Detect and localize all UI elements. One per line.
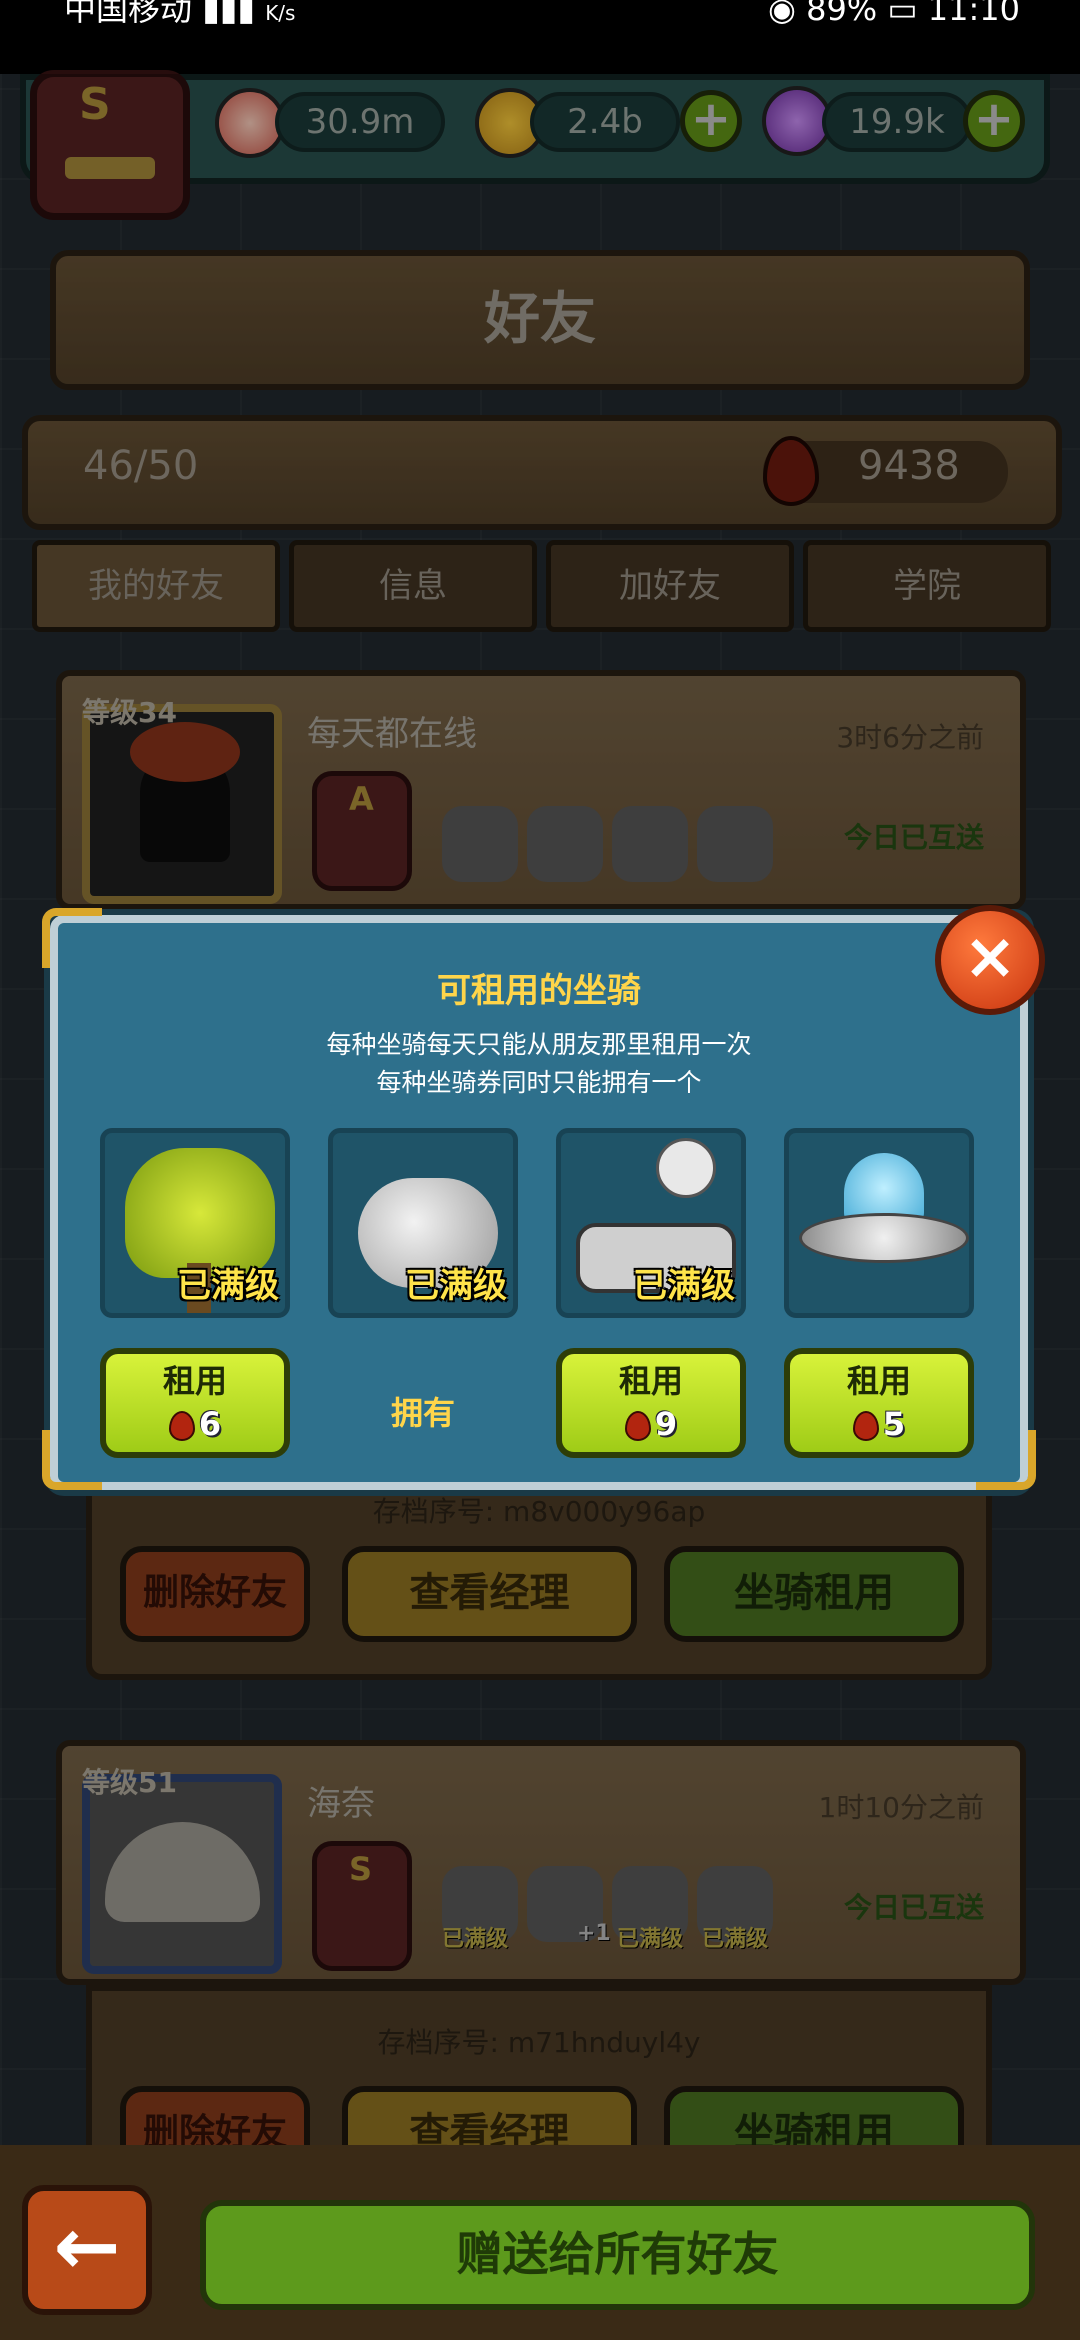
mount-slot-tree[interactable]: 已满级: [100, 1128, 290, 1318]
rent-ufo-button[interactable]: 租用 5: [784, 1348, 974, 1458]
carrier-label: 中国移动: [64, 0, 193, 28]
status-right: ◉ 89% ▭ 11:10: [768, 0, 1020, 25]
battery-label: 89%: [806, 0, 878, 28]
back-button[interactable]: ←: [22, 2185, 152, 2315]
blood-drop-icon: [852, 1411, 879, 1441]
dialog-corner: [42, 908, 102, 968]
time-label: 11:10: [927, 0, 1020, 28]
signal-icon: ▮▮▮: [202, 0, 266, 28]
rent-label: 租用: [846, 1362, 911, 1400]
ufo-mount-icon: [799, 1213, 969, 1263]
rent-cost: 9: [654, 1405, 678, 1443]
status-left: 中国移动 ▮▮▮ K/s: [64, 0, 295, 25]
eye-icon: ◉: [767, 0, 807, 28]
blood-drop-icon: [624, 1411, 651, 1441]
blood-drop-icon: [168, 1411, 195, 1441]
dialog-corner: [976, 1430, 1036, 1490]
dialog-rule-1: 每种坐骑每天只能从朋友那里租用一次: [326, 1030, 752, 1059]
net-speed: K/s: [265, 1, 296, 25]
game-screen: 中国移动 ▮▮▮ K/s ◉ 89% ▭ 11:10 S 30.9m 2.4b …: [0, 0, 1080, 2340]
satellite-dish: [656, 1138, 716, 1198]
maxed-label: 已满级: [633, 1266, 735, 1306]
rent-tank-button[interactable]: 租用 9: [556, 1348, 746, 1458]
owned-label: 拥有: [390, 1394, 455, 1432]
rent-label: 租用: [162, 1362, 227, 1400]
mount-slot-tank[interactable]: 已满级: [556, 1128, 746, 1318]
rent-label: 租用: [618, 1362, 683, 1400]
mount-slot-ufo[interactable]: [784, 1128, 974, 1318]
mount-slot-whale[interactable]: 已满级: [328, 1128, 518, 1318]
status-bar: 中国移动 ▮▮▮ K/s ◉ 89% ▭ 11:10: [0, 0, 1080, 74]
rent-cost: 5: [882, 1405, 906, 1443]
rent-cost: 6: [198, 1405, 222, 1443]
rent-tree-button[interactable]: 租用 6: [100, 1348, 290, 1458]
maxed-label: 已满级: [177, 1266, 279, 1306]
rentable-mounts-dialog: 可租用的坐骑 每种坐骑每天只能从朋友那里租用一次 每种坐骑券同时只能拥有一个 已…: [50, 915, 1028, 1490]
maxed-label: 已满级: [405, 1266, 507, 1306]
battery-icon: ▭: [887, 0, 928, 28]
dialog-title: 可租用的坐骑: [437, 971, 641, 1011]
send-all-friends-button[interactable]: 赠送给所有好友: [200, 2200, 1035, 2310]
dialog-corner: [42, 1430, 102, 1490]
close-dialog-button[interactable]: ×: [935, 905, 1045, 1015]
dialog-rule-2: 每种坐骑券同时只能拥有一个: [376, 1068, 702, 1097]
